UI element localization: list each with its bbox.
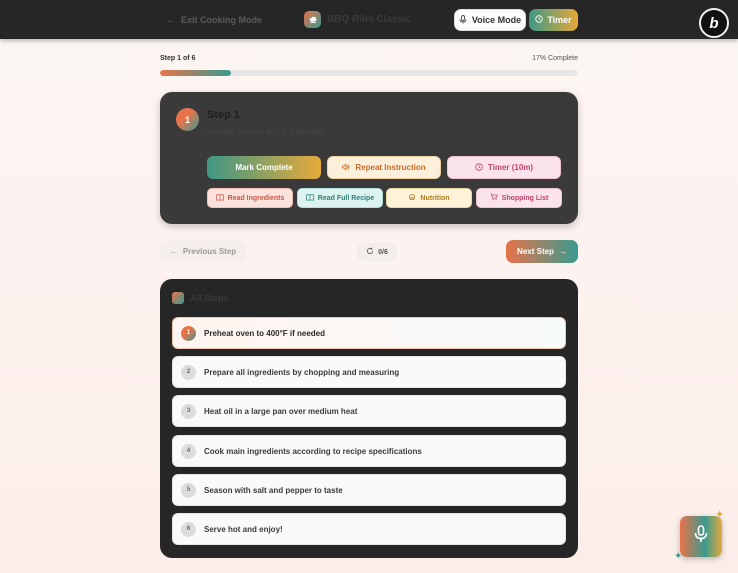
mic-icon: [459, 14, 467, 26]
voice-mode-button[interactable]: Voice Mode: [454, 9, 526, 31]
sparkle-icon: ✦: [715, 509, 725, 521]
step-number-badge: 1: [176, 108, 199, 131]
recipe-title-group: BBQ Ribs Classic: [304, 11, 411, 28]
step-list-number: 6: [181, 521, 196, 537]
step-timer-button[interactable]: Timer (10m): [447, 156, 561, 179]
speaker-icon: [342, 162, 350, 173]
repeat-instruction-button[interactable]: Repeat Instruction: [327, 156, 441, 179]
step-list-number: 4: [181, 443, 196, 459]
arrow-left-icon: ←: [166, 14, 176, 26]
all-steps-card: All Steps 1 Preheat oven to 400°F if nee…: [160, 279, 578, 558]
step-list-item[interactable]: 2 Prepare all ingredients by chopping an…: [172, 356, 566, 388]
step-list-number: 5: [181, 482, 196, 498]
step-list-item[interactable]: 6 Serve hot and enjoy!: [172, 513, 566, 545]
step-list-item[interactable]: 4 Cook main ingredients according to rec…: [172, 435, 566, 467]
voice-mode-label: Voice Mode: [471, 15, 522, 25]
step-timer-label: Timer (10m): [487, 163, 534, 172]
read-full-recipe-label: Read Full Recipe: [317, 194, 375, 202]
progress-bar: [160, 70, 578, 76]
step-list-number: 2: [181, 364, 196, 380]
read-full-recipe-button[interactable]: Read Full Recipe: [297, 188, 383, 208]
all-steps-header: All Steps: [172, 292, 229, 304]
exit-label: Exit Cooking Mode: [181, 15, 262, 25]
nutrition-label: Nutrition: [420, 194, 450, 202]
brand-logo[interactable]: b: [699, 8, 729, 38]
arrow-left-icon: ←: [169, 247, 178, 256]
clock-icon: [475, 162, 483, 173]
step-list-text: Cook main ingredients according to recip…: [204, 446, 422, 456]
chef-hat-icon: [408, 193, 416, 203]
step-list-text: Season with salt and pepper to taste: [204, 485, 343, 495]
top-bar: ← Exit Cooking Mode BBQ Ribs Classic Voi…: [0, 0, 738, 39]
voice-assistant-button[interactable]: [680, 516, 722, 557]
read-ingredients-button[interactable]: Read Ingredients: [207, 188, 293, 208]
recipe-title: BBQ Ribs Classic: [327, 14, 412, 25]
next-step-button[interactable]: Next Step →: [506, 240, 578, 263]
timer-label: Timer: [547, 15, 572, 25]
book-icon: [172, 292, 184, 304]
next-step-label: Next Step: [517, 247, 554, 256]
arrow-right-icon: →: [558, 247, 567, 256]
current-step-card: 1 Step 1 Preheat oven to 400°F if needed…: [160, 92, 578, 224]
step-instruction: Preheat oven to 400°F if needed: [207, 128, 323, 137]
step-counter[interactable]: 0/6: [357, 243, 397, 261]
sparkle-icon: ✦: [674, 551, 683, 562]
step-counter-value: 0/6: [378, 248, 388, 256]
logo-letter: b: [709, 14, 719, 32]
book-icon: [305, 193, 314, 203]
shopping-list-button[interactable]: Shopping List: [476, 188, 562, 208]
previous-step-label: Previous Step: [182, 247, 237, 256]
progress-bar-fill: [160, 70, 232, 76]
percent-complete-label: 17% Complete: [532, 55, 578, 62]
clock-icon: [535, 15, 544, 25]
step-list-number: 3: [181, 403, 196, 419]
mark-complete-button[interactable]: Mark Complete: [207, 156, 321, 179]
mic-icon: [694, 525, 708, 548]
shopping-list-label: Shopping List: [501, 194, 549, 202]
step-list-text: Serve hot and enjoy!: [204, 524, 283, 534]
step-progress-label: Step 1 of 6: [160, 55, 196, 62]
chef-hat-icon: [304, 11, 321, 28]
repeat-instruction-label: Repeat Instruction: [355, 163, 426, 172]
previous-step-button[interactable]: ← Previous Step: [160, 241, 246, 262]
step-list-text: Preheat oven to 400°F if needed: [204, 328, 326, 338]
cart-icon: [489, 193, 498, 203]
step-list-text: Heat oil in a large pan over medium heat: [204, 406, 358, 416]
refresh-icon: [366, 247, 374, 257]
step-list-item[interactable]: 5 Season with salt and pepper to taste: [172, 474, 566, 506]
exit-cooking-mode-link[interactable]: ← Exit Cooking Mode: [166, 12, 262, 28]
step-heading: Step 1: [207, 109, 241, 121]
all-steps-title: All Steps: [190, 293, 229, 303]
book-icon: [215, 193, 224, 203]
read-ingredients-label: Read Ingredients: [227, 194, 285, 202]
mark-complete-label: Mark Complete: [235, 163, 293, 172]
step-list-number: 1: [181, 325, 196, 341]
step-list-item[interactable]: 3 Heat oil in a large pan over medium he…: [172, 395, 566, 427]
timer-button[interactable]: Timer: [529, 9, 578, 31]
step-list-text: Prepare all ingredients by chopping and …: [204, 367, 400, 377]
step-list-item[interactable]: 1 Preheat oven to 400°F if needed: [172, 317, 566, 349]
nutrition-button[interactable]: Nutrition: [386, 188, 472, 208]
